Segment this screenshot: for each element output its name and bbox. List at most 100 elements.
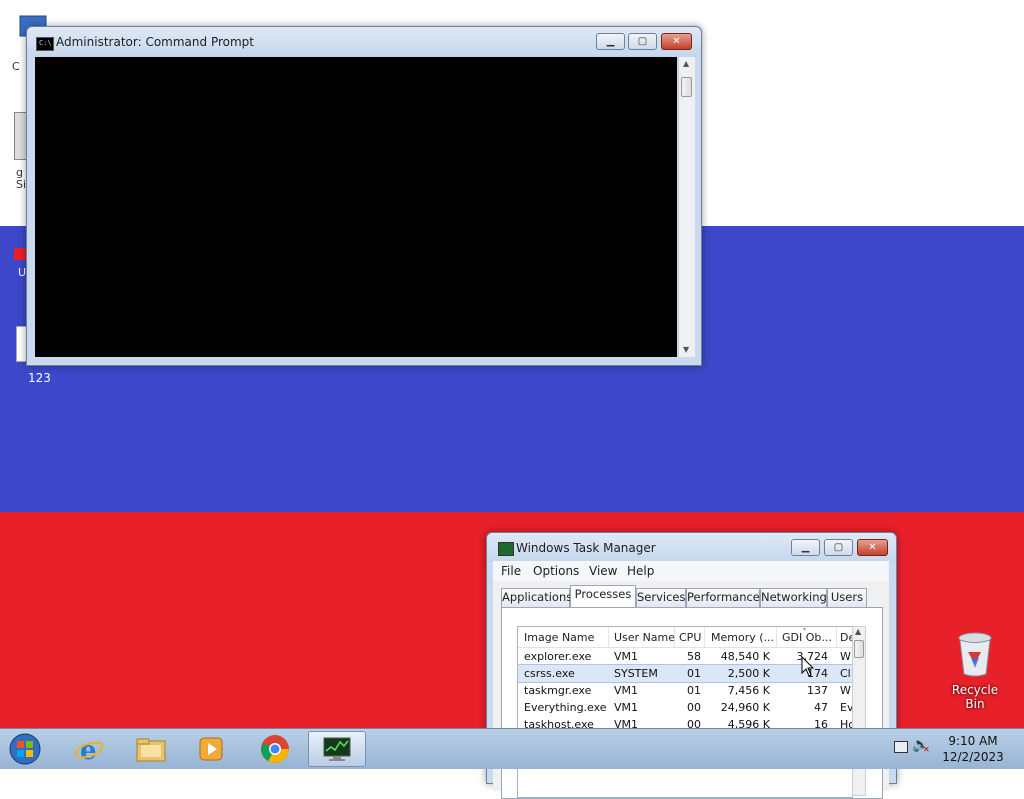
red-desktop-icon[interactable] xyxy=(14,248,26,260)
tab-performance[interactable]: Performance xyxy=(686,588,760,607)
process-cell-name: Everything.exe xyxy=(524,701,607,714)
tab-services[interactable]: Services xyxy=(636,588,686,607)
close-icon: ✕ xyxy=(672,36,681,47)
svg-text:e: e xyxy=(80,736,97,764)
taskbar-clock[interactable]: 9:10 AM 12/2/2023 xyxy=(932,733,1014,765)
col-memory[interactable]: Memory (... xyxy=(711,631,775,644)
internet-explorer-icon: e xyxy=(74,736,104,764)
cmd-vertical-scrollbar[interactable]: ▲ ▼ xyxy=(678,57,695,357)
process-cell-cpu: 00 xyxy=(687,701,701,714)
taskbar: e 🔈 ✕ 9:10 AM 12/2/2023 xyxy=(0,728,1024,769)
process-cell-desc: W xyxy=(840,650,851,663)
process-list-header: Image Name User Name CPU Memory (... GDI… xyxy=(518,627,852,648)
taskbar-chrome[interactable] xyxy=(248,731,302,767)
taskbar-task-manager[interactable] xyxy=(308,731,366,767)
process-cell-mem: 7,456 K xyxy=(727,684,770,697)
tab-users[interactable]: Users xyxy=(827,588,867,607)
taskmgr-titlebar[interactable]: Windows Task Manager ▁ ▢ ✕ xyxy=(487,533,896,563)
process-cell-user: VM1 xyxy=(614,650,639,663)
process-cell-desc: W xyxy=(840,684,851,697)
col-separator[interactable] xyxy=(674,627,675,647)
process-cell-mem: 2,500 K xyxy=(727,667,770,680)
col-description[interactable]: De xyxy=(840,631,852,644)
col-cpu[interactable]: CPU xyxy=(679,631,703,644)
cmd-minimize-button[interactable]: ▁ xyxy=(596,33,625,50)
menu-help[interactable]: Help xyxy=(627,564,654,578)
cmd-maximize-button[interactable]: ▢ xyxy=(628,33,657,50)
taskbar-internet-explorer[interactable]: e xyxy=(62,731,116,767)
process-cell-user: VM1 xyxy=(614,701,639,714)
cmd-title: Administrator: Command Prompt xyxy=(56,35,254,49)
clock-time: 9:10 AM xyxy=(948,734,998,748)
task-manager-icon xyxy=(323,737,351,761)
process-list[interactable]: Image Name User Name CPU Memory (... GDI… xyxy=(517,626,853,798)
col-separator[interactable] xyxy=(776,627,777,647)
desktop-icon-label-123[interactable]: 123 xyxy=(28,371,51,385)
process-cell-mem: 24,960 K xyxy=(720,701,770,714)
minimize-icon: ▁ xyxy=(801,542,810,553)
menu-view[interactable]: View xyxy=(589,564,617,578)
taskmgr-maximize-button[interactable]: ▢ xyxy=(824,539,853,556)
start-button[interactable] xyxy=(0,731,50,767)
taskmgr-minimize-button[interactable]: ▁ xyxy=(791,539,820,556)
process-cell-gdi: 137 xyxy=(807,684,828,697)
col-user-name[interactable]: User Name xyxy=(614,631,674,644)
icon-label-fragment-u: U xyxy=(18,266,27,279)
process-cell-cpu: 01 xyxy=(687,684,701,697)
start-orb-icon xyxy=(9,733,41,765)
col-separator[interactable] xyxy=(836,627,837,647)
network-tray-icon[interactable] xyxy=(894,741,908,753)
close-icon: ✕ xyxy=(868,542,877,553)
file-explorer-icon xyxy=(136,738,166,762)
process-row[interactable]: taskmgr.exe VM1 01 7,456 K 137 W xyxy=(518,682,852,699)
clock-date: 12/2/2023 xyxy=(942,750,1004,764)
sort-indicator-icon: ▾ xyxy=(803,626,807,633)
taskmgr-close-button[interactable]: ✕ xyxy=(857,539,888,556)
maximize-icon: ▢ xyxy=(637,36,648,47)
process-list-scroll-thumb[interactable] xyxy=(854,640,864,658)
cmd-scroll-thumb[interactable] xyxy=(681,77,692,97)
task-manager-app-icon xyxy=(498,542,514,556)
cmd-console-area[interactable] xyxy=(35,57,677,357)
col-separator[interactable] xyxy=(608,627,609,647)
process-cell-user: VM1 xyxy=(614,684,639,697)
tab-applications[interactable]: Applications xyxy=(501,588,572,607)
process-cell-cpu: 58 xyxy=(687,650,701,663)
process-cell-name: csrss.exe xyxy=(524,667,575,680)
mouse-pointer-icon xyxy=(801,656,815,677)
menu-file[interactable]: File xyxy=(501,564,521,578)
col-gdi-objects[interactable]: GDI Ob... xyxy=(782,631,834,644)
tab-processes[interactable]: Processes xyxy=(570,585,636,608)
taskmgr-menubar: File Options View Help xyxy=(493,561,889,581)
process-row[interactable]: Everything.exe VM1 00 24,960 K 47 Ev xyxy=(518,699,852,716)
col-separator[interactable] xyxy=(704,627,705,647)
scroll-up-arrow-icon[interactable]: ▲ xyxy=(855,627,861,636)
cmd-console-icon: C:\ xyxy=(36,37,54,51)
taskbar-file-explorer[interactable] xyxy=(124,731,178,767)
scroll-down-arrow-icon[interactable]: ▼ xyxy=(683,345,689,354)
process-cell-cpu: 01 xyxy=(687,667,701,680)
process-cell-desc: Cl xyxy=(840,667,851,680)
process-cell-desc: Ev xyxy=(840,701,852,714)
process-cell-gdi: 47 xyxy=(814,701,828,714)
computer-icon-label-fragment: C xyxy=(12,60,20,73)
taskbar-media-player[interactable] xyxy=(184,731,238,767)
recycle-bin-desktop-icon[interactable]: Recycle Bin xyxy=(944,630,1006,711)
media-player-icon xyxy=(199,737,223,761)
process-cell-name: explorer.exe xyxy=(524,650,592,663)
tab-networking[interactable]: Networking xyxy=(760,588,827,607)
process-list-scrollbar[interactable]: ▲ xyxy=(852,626,866,796)
taskmgr-title: Windows Task Manager xyxy=(516,541,656,555)
recycle-bin-label: Recycle Bin xyxy=(951,683,999,711)
process-cell-mem: 48,540 K xyxy=(720,650,770,663)
col-image-name[interactable]: Image Name xyxy=(524,631,608,644)
recycle-bin-icon xyxy=(958,632,992,677)
process-cell-name: taskmgr.exe xyxy=(524,684,592,697)
cmd-close-button[interactable]: ✕ xyxy=(661,33,692,50)
command-prompt-window[interactable]: C:\ Administrator: Command Prompt ▁ ▢ ✕ … xyxy=(26,26,702,366)
processes-panel: Image Name User Name CPU Memory (... GDI… xyxy=(501,607,883,799)
scroll-up-arrow-icon[interactable]: ▲ xyxy=(683,59,689,68)
chrome-icon xyxy=(261,735,289,763)
menu-options[interactable]: Options xyxy=(533,564,579,578)
cmd-titlebar[interactable]: C:\ Administrator: Command Prompt ▁ ▢ ✕ xyxy=(27,27,701,57)
